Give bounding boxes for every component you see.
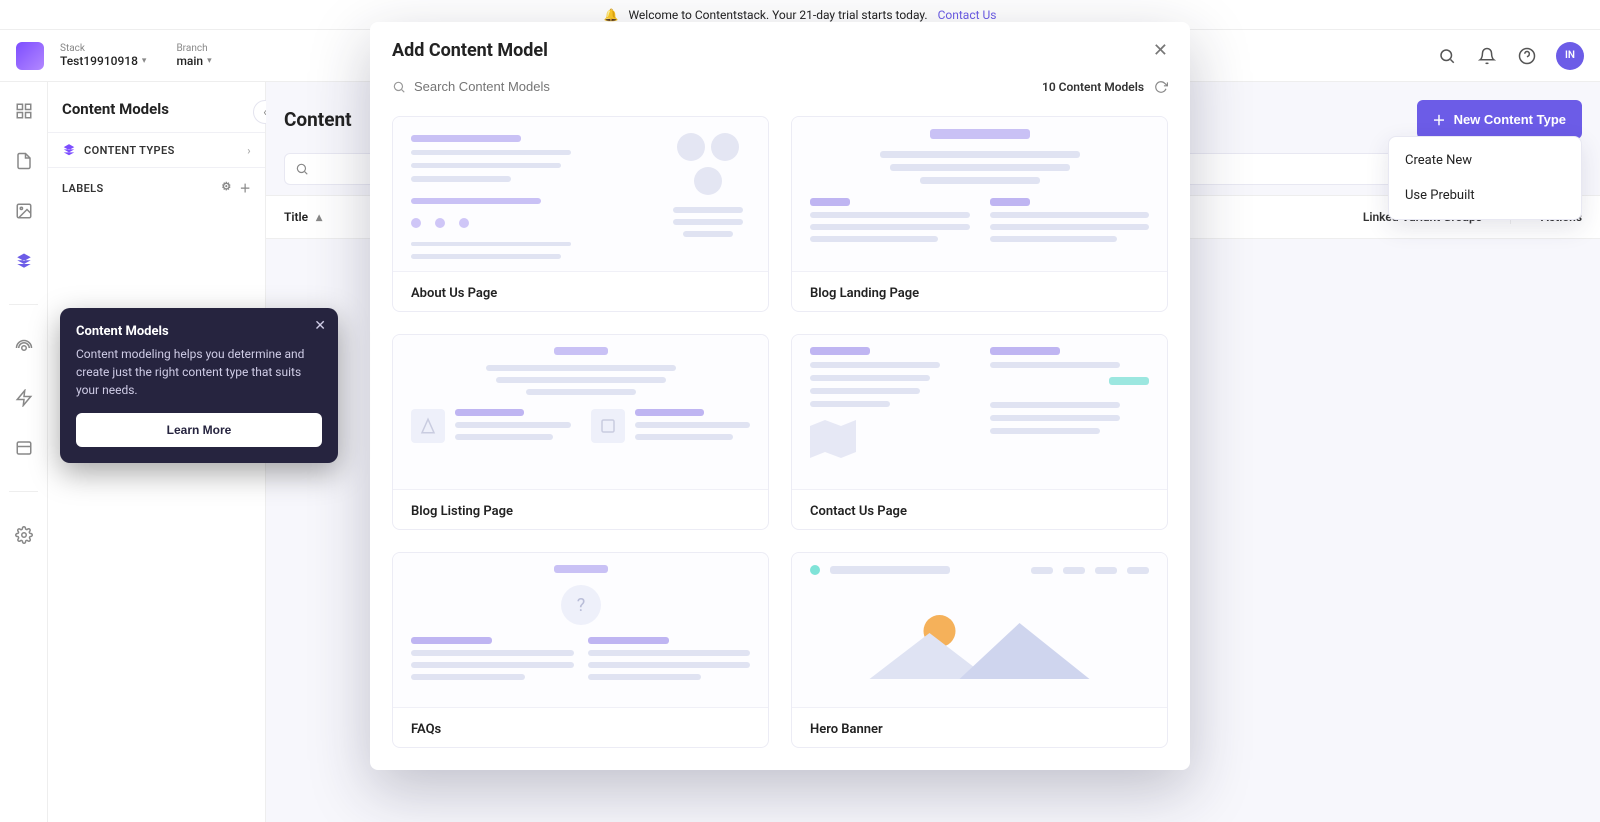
status-dot-icon <box>810 565 820 575</box>
card-title: About Us Page <box>393 271 768 312</box>
map-icon <box>810 418 856 458</box>
close-icon[interactable]: ✕ <box>314 318 326 334</box>
card-title: Blog Listing Page <box>393 489 768 530</box>
refresh-icon[interactable] <box>1154 80 1168 94</box>
close-icon[interactable]: ✕ <box>1153 40 1168 61</box>
card-preview <box>393 117 768 271</box>
modal-title: Add Content Model <box>392 40 548 61</box>
learn-more-button[interactable]: Learn More <box>76 413 322 447</box>
card-preview <box>393 335 768 489</box>
add-content-model-modal: Add Content Model ✕ 10 Content Models <box>370 22 1190 770</box>
model-card-hero-banner[interactable]: Hero Banner <box>791 552 1168 748</box>
card-preview <box>792 553 1167 707</box>
card-title: Hero Banner <box>792 707 1167 748</box>
hero-image-icon <box>810 603 1149 687</box>
search-icon <box>392 80 406 94</box>
card-title: Contact Us Page <box>792 489 1167 530</box>
card-preview: ? <box>393 553 768 707</box>
svg-text:?: ? <box>576 595 585 616</box>
faq-icon: ? <box>559 583 603 627</box>
image-icon <box>411 409 445 443</box>
card-preview <box>792 117 1167 271</box>
card-preview <box>792 335 1167 489</box>
onboarding-tip: ✕ Content Models Content modeling helps … <box>60 308 338 463</box>
tip-body: Content modeling helps you determine and… <box>76 345 322 399</box>
model-card-faqs[interactable]: ? FAQs <box>392 552 769 748</box>
card-title: FAQs <box>393 707 768 748</box>
modal-search-input[interactable] <box>414 79 1032 94</box>
model-card-blog-listing[interactable]: Blog Listing Page <box>392 334 769 530</box>
tip-title: Content Models <box>76 324 322 339</box>
card-title: Blog Landing Page <box>792 271 1167 312</box>
model-card-contact-us[interactable]: Contact Us Page <box>791 334 1168 530</box>
image-icon <box>591 409 625 443</box>
model-count: 10 Content Models <box>1042 80 1144 94</box>
model-card-grid[interactable]: About Us Page <box>370 106 1190 770</box>
model-card-blog-landing[interactable]: Blog Landing Page <box>791 116 1168 312</box>
model-card-about-us[interactable]: About Us Page <box>392 116 769 312</box>
modal-search[interactable] <box>392 79 1032 94</box>
